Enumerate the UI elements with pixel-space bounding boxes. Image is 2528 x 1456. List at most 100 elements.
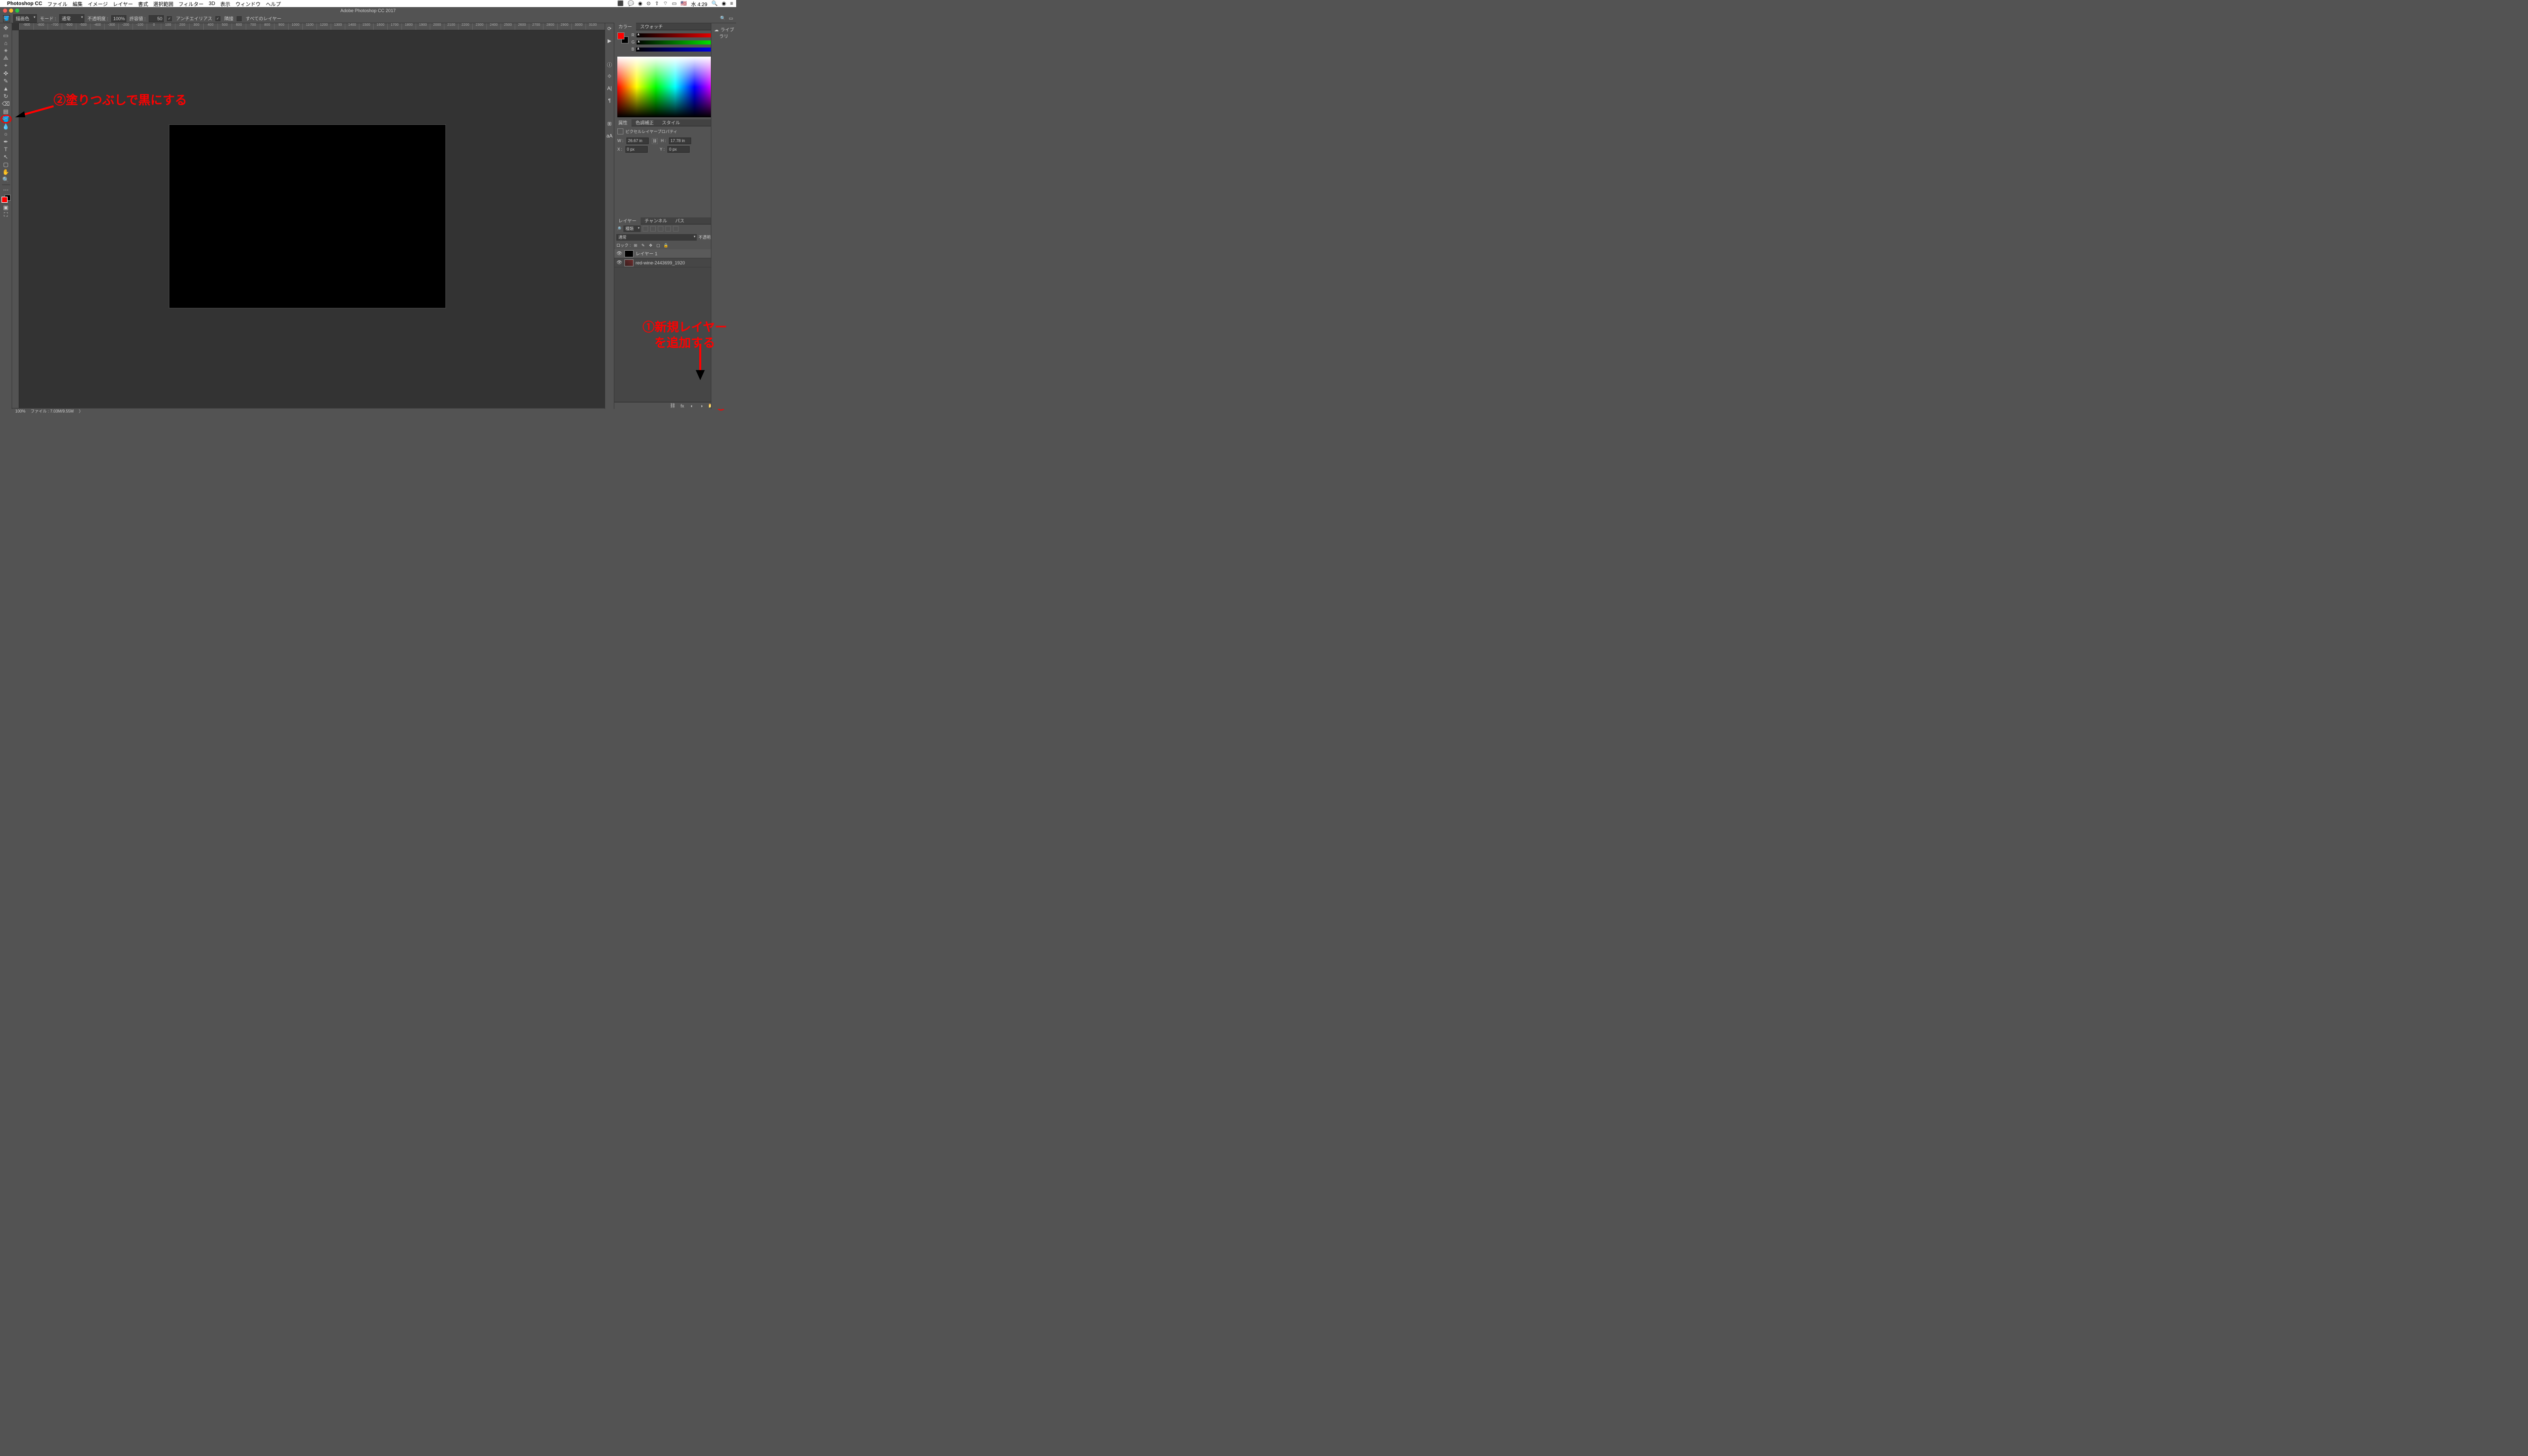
filter-pixel-icon[interactable]: [643, 226, 648, 232]
all-layers-checkbox[interactable]: [237, 16, 242, 21]
b-slider[interactable]: ▲: [636, 48, 721, 52]
paint-bucket-tool[interactable]: 🪣: [1, 115, 11, 123]
info-panel-icon[interactable]: ⓘ: [606, 61, 613, 68]
blend-mode-select[interactable]: 通常: [59, 14, 84, 23]
document-canvas[interactable]: [169, 124, 446, 308]
canvas-area[interactable]: -900-800-700-600-500-400-300-200-1000100…: [12, 23, 605, 409]
status-icon[interactable]: ◉: [638, 1, 643, 7]
layer-thumb[interactable]: [624, 250, 634, 257]
visibility-icon[interactable]: 👁: [616, 251, 622, 256]
eyedropper-tool[interactable]: ⌖: [1, 62, 11, 70]
menu-file[interactable]: ファイル: [47, 0, 67, 8]
menu-icon[interactable]: ≡: [730, 1, 733, 7]
status-icon[interactable]: 💬: [627, 1, 634, 7]
x-input[interactable]: [625, 146, 648, 153]
char-panel-icon[interactable]: A|: [606, 85, 613, 92]
lock-all-icon[interactable]: 🔒: [663, 243, 668, 248]
shape-tool[interactable]: ▢: [1, 161, 11, 168]
healing-tool[interactable]: ✜: [1, 70, 11, 77]
quickmask-tool[interactable]: ▣: [1, 204, 11, 211]
minimize-icon[interactable]: [9, 9, 13, 13]
traffic-lights[interactable]: [0, 9, 19, 13]
hand-tool[interactable]: ✋: [1, 168, 11, 176]
link-icon[interactable]: ⛓: [652, 138, 658, 144]
search-icon[interactable]: 🔍: [720, 16, 726, 21]
app-name[interactable]: Photoshop CC: [7, 1, 42, 7]
g-slider[interactable]: ▲: [637, 40, 721, 44]
maximize-icon[interactable]: [15, 9, 19, 13]
filter-smart-icon[interactable]: [673, 226, 679, 232]
menu-select[interactable]: 選択範囲: [153, 0, 173, 8]
history-brush-tool[interactable]: ↻: [1, 93, 11, 100]
libraries-panel[interactable]: ☁ライブラリ: [711, 23, 736, 409]
glyphs-panel-icon[interactable]: aA: [606, 132, 613, 140]
dodge-tool[interactable]: ○: [1, 130, 11, 138]
layer-kind-select[interactable]: 種類: [623, 225, 641, 232]
filter-type-icon[interactable]: [658, 226, 663, 232]
close-icon[interactable]: [3, 9, 7, 13]
type-tool[interactable]: T: [1, 146, 11, 153]
blur-tool[interactable]: 💧: [1, 123, 11, 130]
lasso-tool[interactable]: ⌂: [1, 39, 11, 47]
brush-panel-icon[interactable]: ⟐: [606, 73, 613, 80]
color-swatch-pair[interactable]: [617, 32, 628, 43]
ruler-horizontal[interactable]: -900-800-700-600-500-400-300-200-1000100…: [19, 23, 605, 30]
lock-pos-icon[interactable]: ✥: [648, 243, 653, 248]
menu-image[interactable]: イメージ: [87, 0, 108, 8]
filter-adjust-icon[interactable]: [650, 226, 656, 232]
status-chevron-icon[interactable]: 〉: [79, 408, 83, 414]
menu-layer[interactable]: レイヤー: [113, 0, 133, 8]
filter-shape-icon[interactable]: [665, 226, 671, 232]
adjustment-icon[interactable]: ◑: [699, 403, 704, 408]
workspace-icon[interactable]: ▭: [729, 16, 733, 21]
screenmode-tool[interactable]: ⛶: [1, 211, 11, 219]
actions-panel-icon[interactable]: ▶: [606, 37, 613, 44]
tab-color[interactable]: カラー: [614, 23, 636, 30]
fill-source-select[interactable]: 描画色: [13, 14, 37, 23]
flag-icon[interactable]: 🇺🇸: [681, 1, 687, 7]
tolerance-input[interactable]: 50: [149, 15, 164, 22]
width-input[interactable]: [626, 138, 649, 144]
height-input[interactable]: [669, 138, 691, 144]
edit-toolbar[interactable]: ⋯: [1, 186, 11, 194]
eraser-tool[interactable]: ⌫: [1, 100, 11, 108]
move-tool[interactable]: ✥: [1, 24, 11, 32]
path-select-tool[interactable]: ↖: [1, 153, 11, 161]
lock-paint-icon[interactable]: ✎: [640, 243, 646, 248]
menu-help[interactable]: ヘルプ: [266, 0, 281, 8]
visibility-icon[interactable]: 👁: [616, 260, 622, 265]
link-layers-icon[interactable]: ⛓: [670, 403, 675, 408]
stamp-tool[interactable]: ▲: [1, 85, 11, 93]
paint-bucket-icon[interactable]: 🪣: [3, 15, 10, 22]
clock[interactable]: 水 4:29: [691, 0, 707, 8]
siri-icon[interactable]: ◉: [721, 1, 726, 7]
y-input[interactable]: [667, 146, 690, 153]
tab-properties[interactable]: 属性: [614, 119, 631, 126]
quick-select-tool[interactable]: ⚹: [1, 47, 11, 55]
menu-3d[interactable]: 3D: [209, 1, 215, 7]
para-panel-icon[interactable]: ¶: [606, 97, 613, 104]
antialias-checkbox[interactable]: ✓: [167, 16, 172, 21]
battery-icon[interactable]: ▭: [672, 1, 676, 7]
file-size[interactable]: ファイル : 7.03M/9.55M: [30, 408, 73, 414]
status-icon[interactable]: ⇧: [655, 1, 659, 7]
ruler-vertical[interactable]: [12, 30, 19, 409]
layercomp-panel-icon[interactable]: ⊞: [606, 120, 613, 127]
fx-icon[interactable]: fx: [680, 403, 685, 408]
color-swatches[interactable]: [2, 195, 11, 204]
blend-mode-select[interactable]: 通常: [616, 234, 697, 241]
lock-trans-icon[interactable]: ⊞: [633, 243, 638, 248]
tab-styles[interactable]: スタイル: [658, 119, 684, 126]
tab-layers[interactable]: レイヤー: [614, 217, 641, 224]
tab-channels[interactable]: チャンネル: [641, 217, 671, 224]
opacity-input[interactable]: 100%: [111, 15, 126, 22]
tab-adjustments[interactable]: 色調補正: [631, 119, 658, 126]
tab-paths[interactable]: パス: [671, 217, 688, 224]
zoom-level[interactable]: 100%: [15, 409, 25, 414]
brush-tool[interactable]: ✎: [1, 77, 11, 85]
layer-name[interactable]: レイヤー 1: [636, 250, 657, 257]
layer-name[interactable]: red-wine-2443699_1920: [636, 260, 685, 265]
menu-type[interactable]: 書式: [138, 0, 148, 8]
status-icon[interactable]: ⊙: [647, 1, 651, 7]
menu-window[interactable]: ウィンドウ: [236, 0, 261, 8]
